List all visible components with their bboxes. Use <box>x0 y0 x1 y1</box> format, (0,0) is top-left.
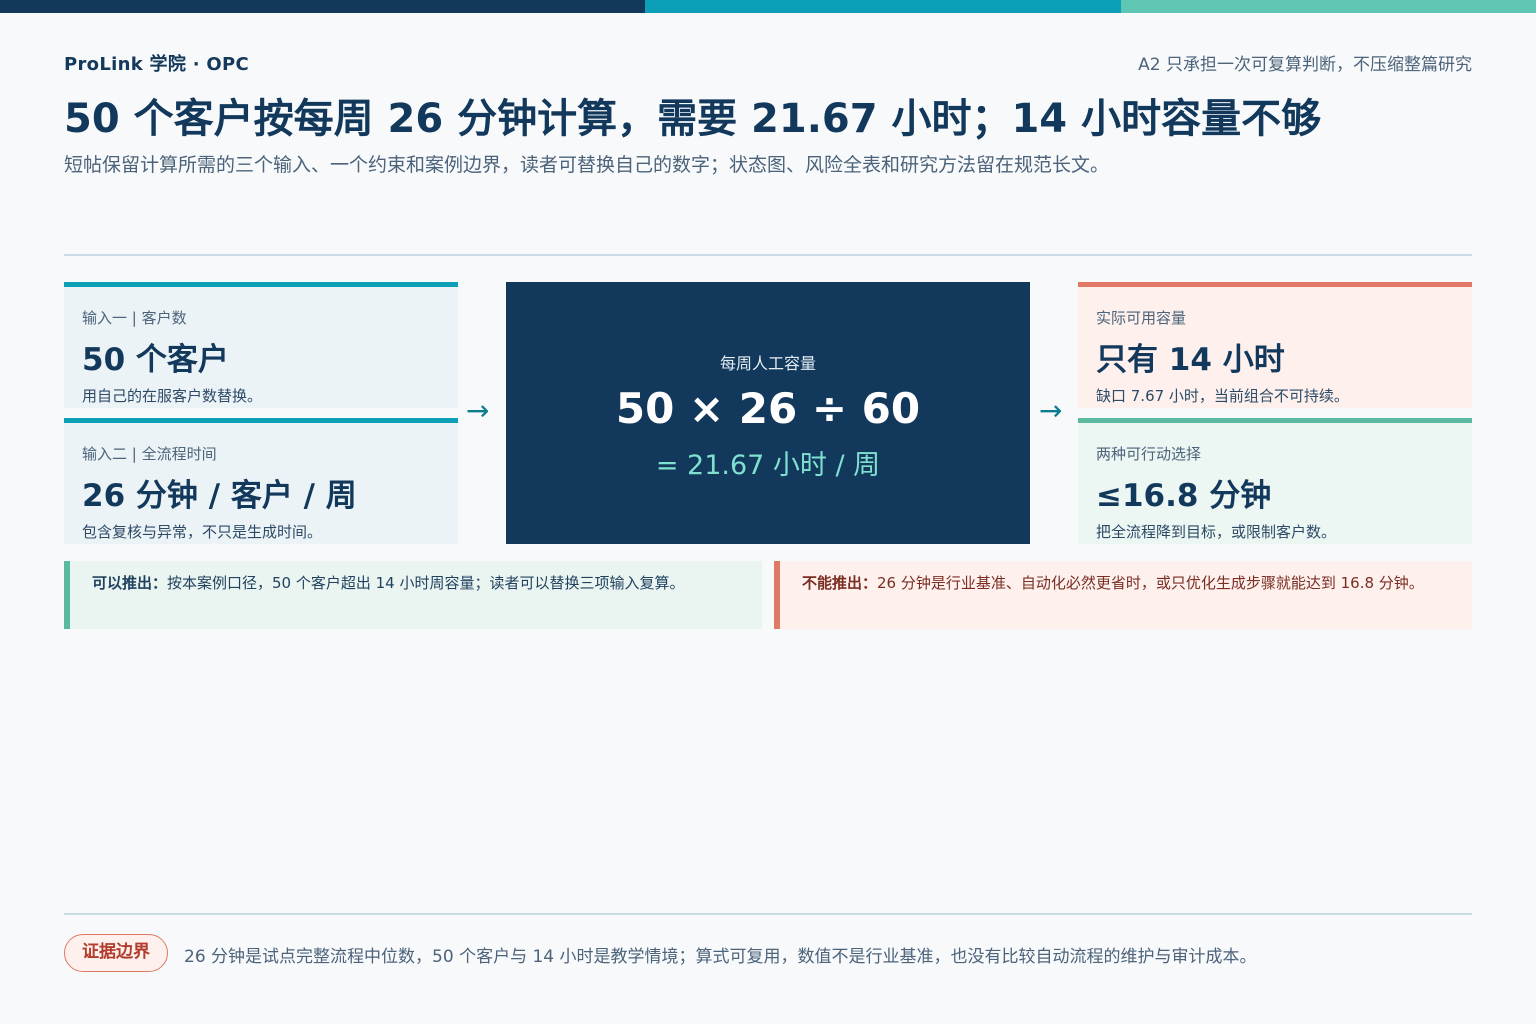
output-card-value: ≤16.8 分钟 <box>1096 478 1272 514</box>
callout-cannot-text: 26 分钟是行业基准、自动化必然更省时，或只优化生成步骤就能达到 16.8 分钟… <box>877 574 1424 592</box>
input-card-label: 输入一 | 客户数 <box>82 309 187 327</box>
header-note: A2 只承担一次可复算判断，不压缩整篇研究 <box>1138 55 1472 75</box>
calculation-result: = 21.67 小时 / 周 <box>655 450 881 481</box>
output-card-value: 只有 14 小时 <box>1096 342 1285 378</box>
output-card-options: 两种可行动选择 ≤16.8 分钟 把全流程降到目标，或限制客户数。 <box>1078 418 1472 544</box>
evidence-boundary-badge: 证据边界 <box>64 934 168 972</box>
arrow-right-icon: → <box>466 394 490 427</box>
page-title: 50 个客户按每周 26 分钟计算，需要 21.67 小时；14 小时容量不够 <box>64 96 1322 142</box>
input-card-desc: 包含复核与异常，不只是生成时间。 <box>82 523 323 541</box>
output-card-desc: 把全流程降到目标，或限制客户数。 <box>1096 523 1337 541</box>
output-card-desc: 缺口 7.67 小时，当前组合不可持续。 <box>1096 387 1349 405</box>
calculation-panel: 每周人工容量 50 × 26 ÷ 60 = 21.67 小时 / 周 <box>506 282 1030 544</box>
divider-top <box>64 254 1472 256</box>
callout-can-label: 可以推出： <box>92 574 168 592</box>
footer-text: 26 分钟是试点完整流程中位数，50 个客户与 14 小时是教学情境；算式可复用… <box>184 947 1257 967</box>
callout-can-text: 按本案例口径，50 个客户超出 14 小时周容量；读者可以替换三项输入复算。 <box>167 574 685 592</box>
callout-cannot-infer: 不能推出：26 分钟是行业基准、自动化必然更省时，或只优化生成步骤就能达到 16… <box>774 561 1472 629</box>
brand-label: ProLink 学院 · OPC <box>64 54 250 75</box>
input-card-customers: 输入一 | 客户数 50 个客户 用自己的在服客户数替换。 <box>64 282 458 408</box>
input-card-label: 输入二 | 全流程时间 <box>82 445 217 463</box>
top-color-bar <box>0 0 1536 13</box>
top-bar-segment-teal <box>645 0 1121 13</box>
calculation-label: 每周人工容量 <box>719 354 816 373</box>
input-card-value: 50 个客户 <box>82 342 229 378</box>
top-bar-segment-navy <box>0 0 645 13</box>
calculation-formula: 50 × 26 ÷ 60 <box>615 384 921 433</box>
input-card-value: 26 分钟 / 客户 / 周 <box>82 478 357 514</box>
callout-cannot-label: 不能推出： <box>802 574 878 592</box>
input-card-desc: 用自己的在服客户数替换。 <box>82 387 263 405</box>
output-card-label: 两种可行动选择 <box>1096 445 1202 463</box>
callout-can-infer: 可以推出：按本案例口径，50 个客户超出 14 小时周容量；读者可以替换三项输入… <box>64 561 762 629</box>
output-card-capacity: 实际可用容量 只有 14 小时 缺口 7.67 小时，当前组合不可持续。 <box>1078 282 1472 408</box>
page-subtitle: 短帖保留计算所需的三个输入、一个约束和案例边界，读者可替换自己的数字；状态图、风… <box>64 154 1110 176</box>
divider-bottom <box>64 913 1472 915</box>
arrow-right-icon: → <box>1039 394 1063 427</box>
output-card-label: 实际可用容量 <box>1096 309 1187 327</box>
input-card-process-time: 输入二 | 全流程时间 26 分钟 / 客户 / 周 包含复核与异常，不只是生成… <box>64 418 458 544</box>
top-bar-segment-mint <box>1121 0 1536 13</box>
